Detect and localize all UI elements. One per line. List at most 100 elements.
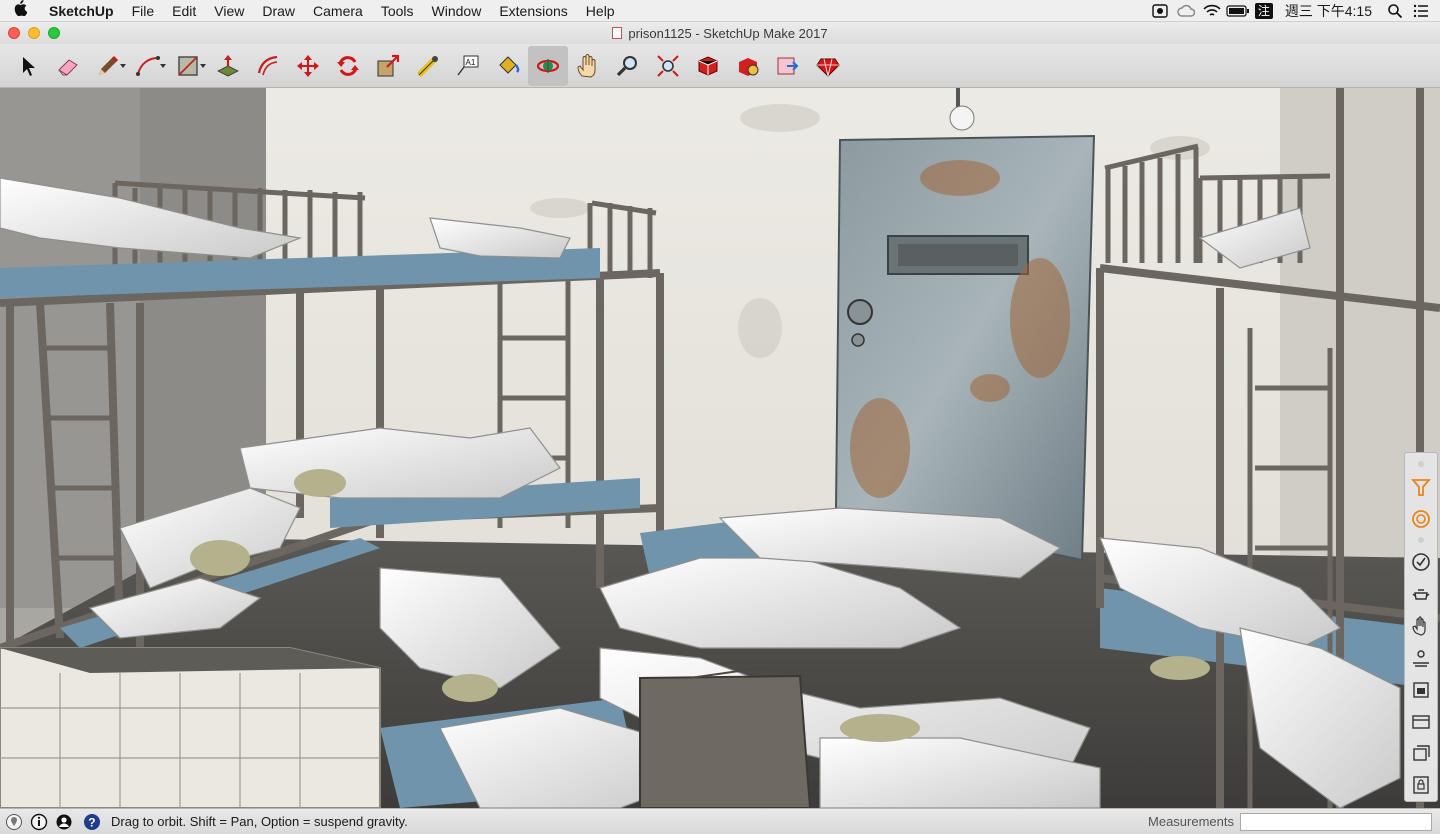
- shadows-icon: [1413, 650, 1429, 667]
- menu-sketchup[interactable]: SketchUp: [40, 3, 123, 19]
- notification-center-icon[interactable]: [1408, 0, 1434, 22]
- rotate-tool-button[interactable]: [328, 46, 368, 86]
- spotlight-search-icon[interactable]: [1382, 0, 1408, 22]
- tray-handle-2[interactable]: [1418, 536, 1424, 543]
- push-pull-tool-button[interactable]: [208, 46, 248, 86]
- svg-text:?: ?: [88, 815, 95, 829]
- ruby-gem-icon: [816, 58, 840, 77]
- help-question-icon: ?: [84, 813, 100, 830]
- rectangle-icon: [178, 55, 198, 76]
- text-label-icon: A1: [457, 55, 479, 75]
- teapot-panel-button[interactable]: [1406, 578, 1436, 610]
- zoom-extents-icon: [657, 54, 679, 77]
- extension-warehouse-tool-button[interactable]: [728, 46, 768, 86]
- move-tool-button[interactable]: [288, 46, 328, 86]
- offset-icon: [257, 55, 278, 75]
- zoom-tool-button[interactable]: [608, 46, 648, 86]
- measurements-input[interactable]: [1240, 812, 1432, 831]
- zoom-magnifier-icon: [616, 55, 637, 76]
- tiled-partition-wall: [0, 647, 381, 808]
- styles-panel-button[interactable]: [1406, 471, 1436, 503]
- paint-bucket-tool-button[interactable]: [488, 46, 528, 86]
- styles-icon: [1411, 478, 1431, 496]
- steel-door[interactable]: [834, 134, 1096, 562]
- menu-file[interactable]: File: [123, 3, 164, 19]
- select-arrow-icon: [23, 56, 35, 76]
- layout-send-icon: [777, 57, 799, 74]
- pan-tool-button[interactable]: [568, 46, 608, 86]
- creative-cloud-icon[interactable]: [1173, 0, 1199, 22]
- arc-tool-button[interactable]: [128, 46, 168, 86]
- geo-location-button[interactable]: [3, 811, 25, 833]
- text-tool-button[interactable]: A1: [448, 46, 488, 86]
- input-method-icon[interactable]: 注: [1251, 0, 1277, 22]
- model-viewport[interactable]: [0, 88, 1440, 808]
- menu-edit[interactable]: Edit: [163, 3, 205, 19]
- scenes-icon: [1413, 682, 1429, 698]
- window-close-button[interactable]: [8, 27, 20, 39]
- offset-tool-button[interactable]: [248, 46, 288, 86]
- zoom-extents-tool-button[interactable]: [648, 46, 688, 86]
- window-controls: [8, 27, 60, 39]
- materials-icon: [1412, 509, 1430, 528]
- pencil-icon: [99, 55, 119, 75]
- credits-button[interactable]: [28, 811, 50, 833]
- window-title: prison1125 - SketchUp Make 2017: [628, 25, 828, 41]
- tape-measure-tool-button[interactable]: [408, 46, 448, 86]
- shadows-panel-button[interactable]: [1406, 642, 1436, 674]
- rotate-icon: [337, 55, 359, 76]
- pencil-tool-button[interactable]: [88, 46, 128, 86]
- orbit-icon: [536, 58, 560, 73]
- warehouse-box-icon: [698, 55, 718, 76]
- foreground-block: [639, 674, 812, 808]
- lock-icon: [1413, 776, 1429, 794]
- measurements-label: Measurements: [1148, 814, 1234, 829]
- layout-send-tool-button[interactable]: [768, 46, 808, 86]
- pan-hand-icon: [577, 53, 596, 78]
- components-panel-button[interactable]: [1406, 547, 1436, 579]
- window-title-bar: prison1125 - SketchUp Make 2017: [0, 22, 1440, 44]
- menu-view[interactable]: View: [205, 3, 253, 19]
- select-tool-button[interactable]: [8, 46, 48, 86]
- text-tool-glyph: A1: [466, 58, 476, 67]
- push-pull-icon: [217, 54, 239, 76]
- menu-window[interactable]: Window: [423, 3, 491, 19]
- paint-bucket-icon: [499, 55, 520, 74]
- eraser-tool-button[interactable]: [48, 46, 88, 86]
- entity-info-panel-button[interactable]: [1406, 769, 1436, 801]
- menu-camera[interactable]: Camera: [304, 3, 372, 19]
- outliner-icon: [1413, 745, 1430, 762]
- battery-icon[interactable]: [1225, 0, 1251, 22]
- components-check-icon: [1412, 553, 1430, 572]
- menu-draw[interactable]: Draw: [253, 3, 304, 19]
- tray-handle[interactable]: [1418, 461, 1424, 467]
- location-pin-icon: [6, 813, 22, 830]
- scenes-panel-button[interactable]: [1406, 674, 1436, 706]
- window-minimize-button[interactable]: [28, 27, 40, 39]
- record-icon[interactable]: [1147, 0, 1173, 22]
- instructor-help-button[interactable]: ?: [81, 811, 103, 833]
- status-menu-extras: 注 週三 下午4:15: [1147, 0, 1440, 22]
- menu-extensions[interactable]: Extensions: [490, 3, 576, 19]
- menu-clock[interactable]: 週三 下午4:15: [1277, 1, 1382, 21]
- 3d-warehouse-tool-button[interactable]: [688, 46, 728, 86]
- scale-tool-button[interactable]: [368, 46, 408, 86]
- menu-tools[interactable]: Tools: [372, 3, 423, 19]
- wifi-icon[interactable]: [1199, 0, 1225, 22]
- move-icon: [297, 54, 319, 77]
- outliner-panel-button[interactable]: [1406, 737, 1436, 769]
- user-account-icon: [56, 814, 72, 829]
- document-icon[interactable]: [612, 27, 623, 39]
- apple-menu[interactable]: [0, 0, 40, 21]
- extension-manager-tool-button[interactable]: [808, 46, 848, 86]
- window-zoom-button[interactable]: [48, 27, 60, 39]
- sign-in-button[interactable]: [53, 811, 75, 833]
- materials-panel-button[interactable]: [1406, 503, 1436, 535]
- prison-cell-3d-scene[interactable]: [0, 88, 1440, 808]
- instructor-panel-button[interactable]: [1406, 610, 1436, 642]
- rectangle-tool-button[interactable]: [168, 46, 208, 86]
- menu-help[interactable]: Help: [577, 3, 624, 19]
- layers-panel-button[interactable]: [1406, 706, 1436, 738]
- orbit-tool-button[interactable]: [528, 45, 568, 86]
- main-toolbar: A1: [0, 44, 1440, 88]
